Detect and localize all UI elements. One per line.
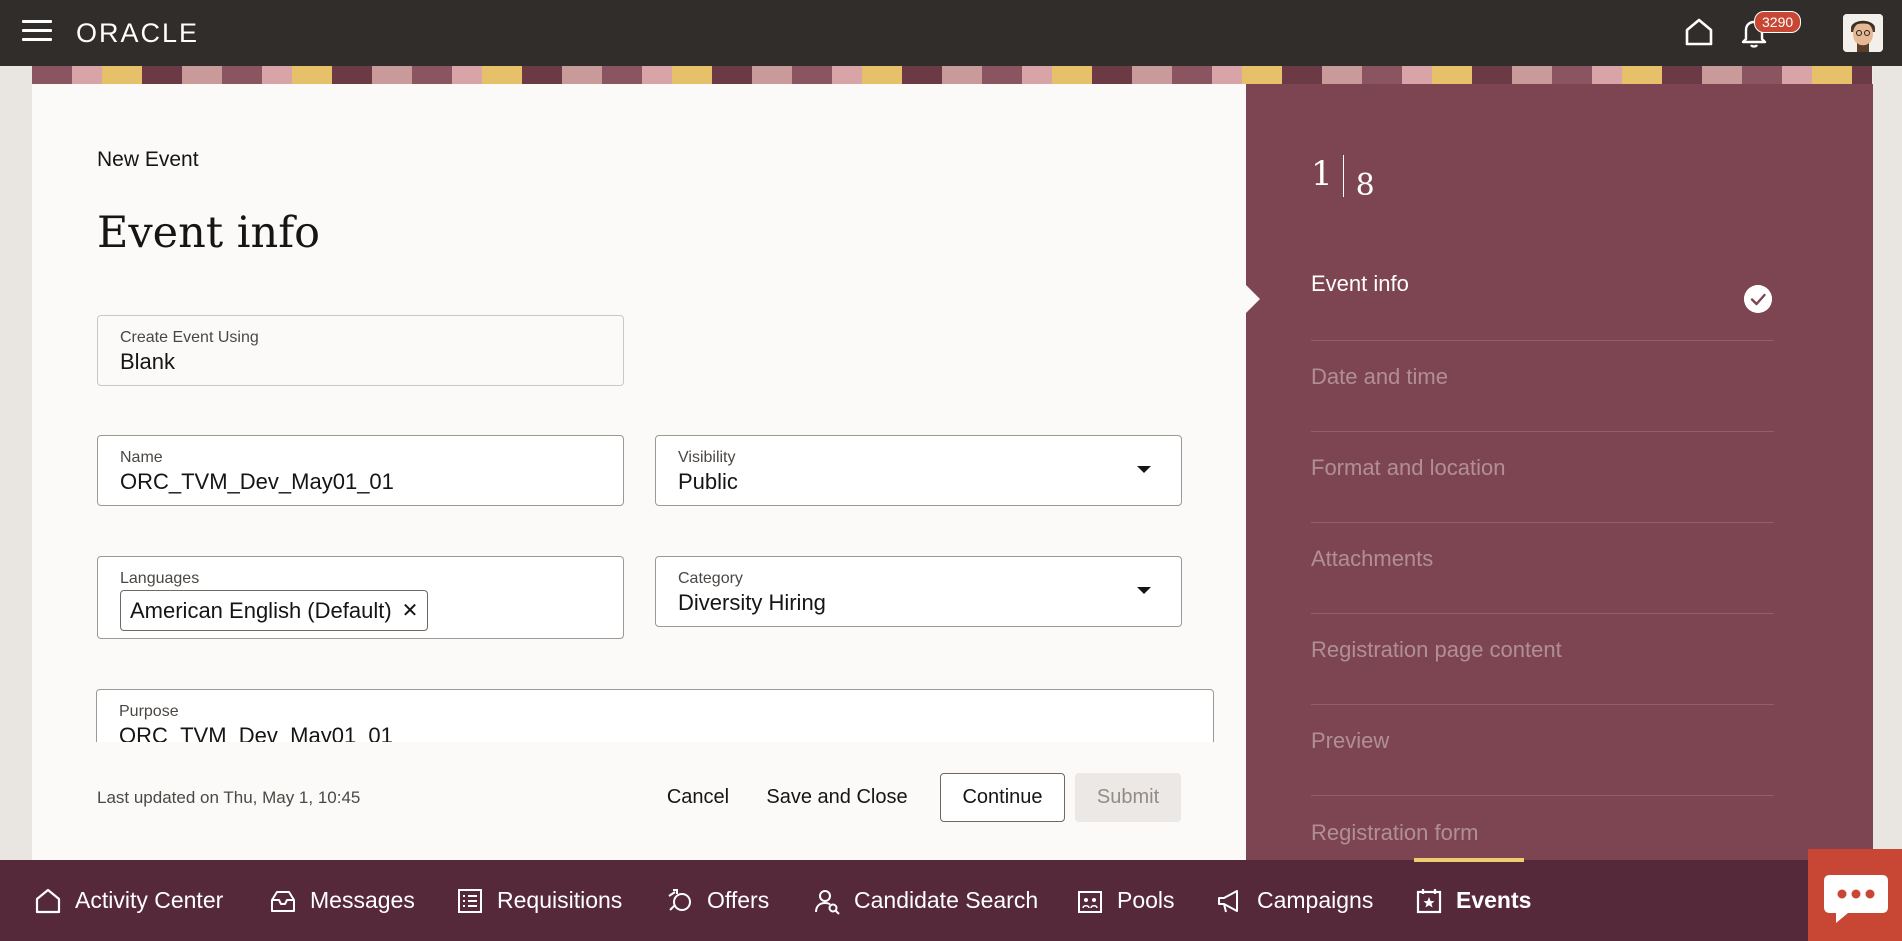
home-icon: [35, 888, 61, 913]
bottom-nav: Activity Center Messages Requisitions Of…: [0, 860, 1902, 941]
visibility-label: Visibility: [678, 449, 736, 466]
nav-candidate-search[interactable]: Candidate Search: [812, 860, 1038, 941]
background-pattern-left: [0, 66, 32, 860]
offer-icon: [668, 888, 691, 911]
person-search-icon: [815, 889, 840, 915]
nav-activity-center[interactable]: Activity Center: [33, 860, 223, 941]
languages-field[interactable]: Languages American English (Default) ✕: [97, 556, 624, 639]
step-event-info[interactable]: Event info: [1311, 259, 1774, 341]
name-label: Name: [120, 449, 163, 466]
step-label: Attachments: [1311, 546, 1434, 571]
purpose-label: Purpose: [119, 703, 179, 720]
purpose-clip: Purpose ORC_TVM_Dev_May01_01: [96, 689, 1214, 742]
nav-label: Pools: [1117, 887, 1175, 913]
step-label: Registration form: [1311, 820, 1479, 845]
megaphone-icon: [1218, 889, 1238, 912]
decorative-banner: [32, 66, 1872, 84]
nav-label: Candidate Search: [854, 887, 1039, 913]
steps-panel: 18 Event info Date and time Format and l…: [1246, 84, 1873, 860]
chevron-down-icon[interactable]: [1137, 587, 1151, 594]
step-current: 1: [1311, 154, 1333, 194]
submit-button[interactable]: Submit: [1075, 773, 1181, 822]
purpose-field[interactable]: Purpose ORC_TVM_Dev_May01_01: [96, 689, 1214, 742]
avatar[interactable]: [1843, 14, 1883, 52]
top-bar: ORACLE 3290: [0, 0, 1902, 66]
background-pattern-right: [1873, 66, 1902, 860]
step-preview[interactable]: Preview: [1311, 705, 1774, 796]
nav-label: Events: [1456, 887, 1532, 913]
nav-campaigns[interactable]: Campaigns: [1215, 860, 1373, 941]
language-chip-label: American English (Default): [130, 597, 392, 623]
create-event-using-value: Blank: [120, 349, 176, 374]
visibility-select[interactable]: Visibility Public: [655, 435, 1182, 506]
inbox-icon: [271, 890, 295, 912]
category-select[interactable]: Category Diversity Hiring: [655, 556, 1182, 627]
last-updated-text: Last updated on Thu, May 1, 10:45: [97, 788, 361, 807]
step-label: Event info: [1311, 271, 1409, 296]
chat-icon: [1824, 875, 1888, 923]
name-field[interactable]: Name ORC_TVM_Dev_May01_01: [97, 435, 624, 506]
nav-pools[interactable]: Pools: [1075, 860, 1175, 941]
page-title: Event info: [97, 208, 321, 258]
home-icon[interactable]: [1682, 15, 1716, 49]
step-date-and-time[interactable]: Date and time: [1311, 341, 1774, 432]
nav-messages[interactable]: Messages: [268, 860, 415, 941]
list-icon: [458, 888, 482, 913]
chevron-down-icon[interactable]: [1137, 466, 1151, 473]
continue-button[interactable]: Continue: [940, 773, 1065, 822]
step-attachments[interactable]: Attachments: [1311, 523, 1774, 614]
name-input[interactable]: ORC_TVM_Dev_May01_01: [120, 469, 394, 495]
nav-requisitions[interactable]: Requisitions: [455, 860, 622, 941]
step-registration-form[interactable]: Registration form: [1311, 796, 1774, 860]
chat-button[interactable]: [1808, 849, 1902, 941]
step-format-and-location[interactable]: Format and location: [1311, 432, 1774, 523]
building-icon: [1078, 890, 1102, 913]
category-label: Category: [678, 570, 743, 587]
step-label: Format and location: [1311, 455, 1506, 480]
active-nav-indicator: [1414, 858, 1524, 862]
check-icon: [1744, 285, 1772, 313]
oracle-logo[interactable]: ORACLE: [76, 18, 199, 49]
breadcrumb: New Event: [97, 148, 199, 171]
notification-badge[interactable]: 3290: [1754, 11, 1802, 33]
form-panel: New Event Event info Create Event Using …: [32, 84, 1246, 860]
step-total: 8: [1355, 168, 1375, 203]
nav-label: Messages: [310, 887, 415, 913]
create-event-using-label: Create Event Using: [120, 329, 259, 346]
step-label: Date and time: [1311, 364, 1448, 389]
step-label: Registration page content: [1311, 637, 1562, 662]
nav-label: Activity Center: [75, 887, 224, 913]
menu-icon[interactable]: [22, 20, 52, 46]
nav-label: Requisitions: [497, 887, 623, 913]
nav-label: Campaigns: [1257, 887, 1374, 913]
current-step-pointer: [1246, 285, 1260, 313]
nav-label: Offers: [707, 887, 770, 913]
category-value[interactable]: Diversity Hiring: [678, 590, 826, 616]
language-chip[interactable]: American English (Default) ✕: [120, 590, 429, 631]
visibility-value[interactable]: Public: [678, 469, 738, 495]
create-event-using-field: Create Event Using Blank: [97, 315, 624, 386]
step-counter: 18: [1311, 154, 1375, 203]
nav-events[interactable]: Events: [1414, 860, 1531, 941]
save-and-close-button[interactable]: Save and Close: [762, 773, 912, 822]
close-icon[interactable]: ✕: [402, 598, 419, 623]
step-registration-page-content[interactable]: Registration page content: [1311, 614, 1774, 705]
calendar-star-icon: [1416, 888, 1442, 913]
cancel-button[interactable]: Cancel: [656, 773, 740, 822]
languages-label: Languages: [120, 570, 200, 587]
purpose-input[interactable]: ORC_TVM_Dev_May01_01: [119, 723, 393, 742]
step-label: Preview: [1311, 728, 1390, 753]
nav-offers[interactable]: Offers: [665, 860, 769, 941]
